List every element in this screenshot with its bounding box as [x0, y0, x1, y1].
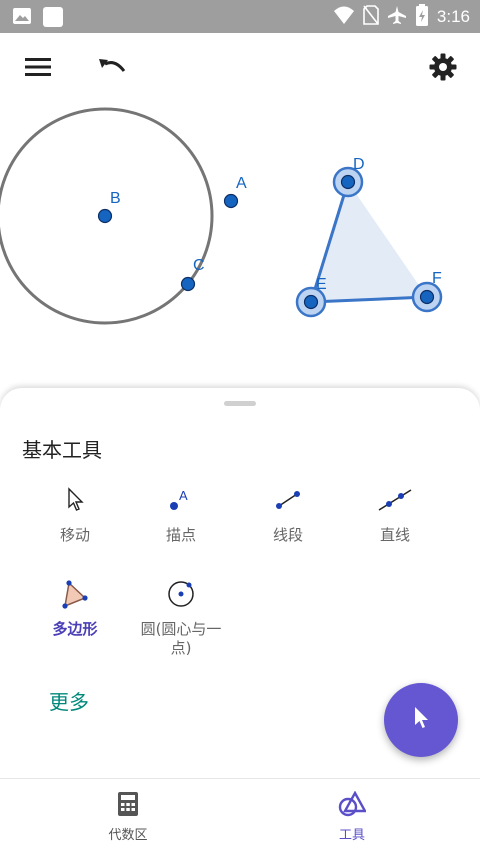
more-tools-button[interactable]: 更多: [49, 686, 89, 715]
point-e[interactable]: [303, 294, 319, 310]
cursor-arrow-icon: [410, 705, 432, 735]
point-e-label: E: [316, 276, 327, 293]
point-b-label: B: [110, 190, 121, 207]
calculator-icon: [117, 791, 139, 821]
no-sim-icon: [363, 5, 379, 29]
airplane-icon: [387, 5, 407, 29]
point-f-label: F: [432, 270, 442, 287]
point-a[interactable]: [223, 193, 239, 209]
drag-handle[interactable]: [224, 401, 256, 406]
point-c[interactable]: [180, 276, 196, 292]
wifi-icon: [333, 5, 355, 29]
line-icon: [377, 482, 413, 518]
tool-line-label: 直线: [379, 526, 410, 544]
point-f[interactable]: [419, 289, 435, 305]
svg-text:A: A: [179, 488, 188, 503]
move-mode-fab[interactable]: [384, 683, 458, 757]
bottom-navigation: 代数区 工具: [0, 778, 480, 854]
graphics-canvas[interactable]: B A C D E F: [0, 33, 480, 393]
tool-segment[interactable]: 线段: [238, 482, 338, 545]
nav-tools[interactable]: 工具: [292, 790, 412, 843]
point-b[interactable]: [97, 208, 113, 224]
shapes-tools-icon: [338, 790, 368, 821]
tool-point-label: 描点: [165, 526, 196, 544]
segment-icon: [270, 482, 306, 518]
nav-tools-label: 工具: [338, 828, 365, 843]
nav-algebra[interactable]: 代数区: [68, 791, 188, 843]
point-c-label: C: [193, 257, 205, 274]
tool-segment-label: 线段: [272, 526, 303, 544]
cursor-icon: [57, 482, 93, 518]
point-icon: A: [163, 482, 199, 518]
point-a-label: A: [236, 175, 247, 192]
tool-move-label: 移动: [59, 526, 90, 544]
point-d-label: D: [353, 156, 365, 173]
tool-polygon[interactable]: 多边形: [25, 576, 125, 639]
status-time: 3:16: [436, 7, 470, 26]
tool-move[interactable]: 移动: [25, 482, 125, 545]
point-d[interactable]: [340, 174, 356, 190]
battery-icon: [415, 4, 429, 30]
tools-section-title: 基本工具: [22, 438, 102, 462]
status-bar: 3:16: [0, 0, 480, 33]
polygon-icon: [57, 576, 93, 612]
image-notification-icon: [12, 6, 32, 32]
nav-algebra-label: 代数区: [108, 828, 148, 843]
tool-point[interactable]: A 描点: [131, 482, 231, 545]
circle-icon: [163, 576, 199, 612]
tool-line[interactable]: 直线: [345, 482, 445, 545]
tool-circle-center-point[interactable]: 圆(圆心与一点): [131, 576, 231, 658]
tool-polygon-label: 多边形: [52, 620, 98, 638]
square-notification-icon: [42, 6, 64, 32]
tool-circle-label: 圆(圆心与一点): [140, 620, 222, 657]
